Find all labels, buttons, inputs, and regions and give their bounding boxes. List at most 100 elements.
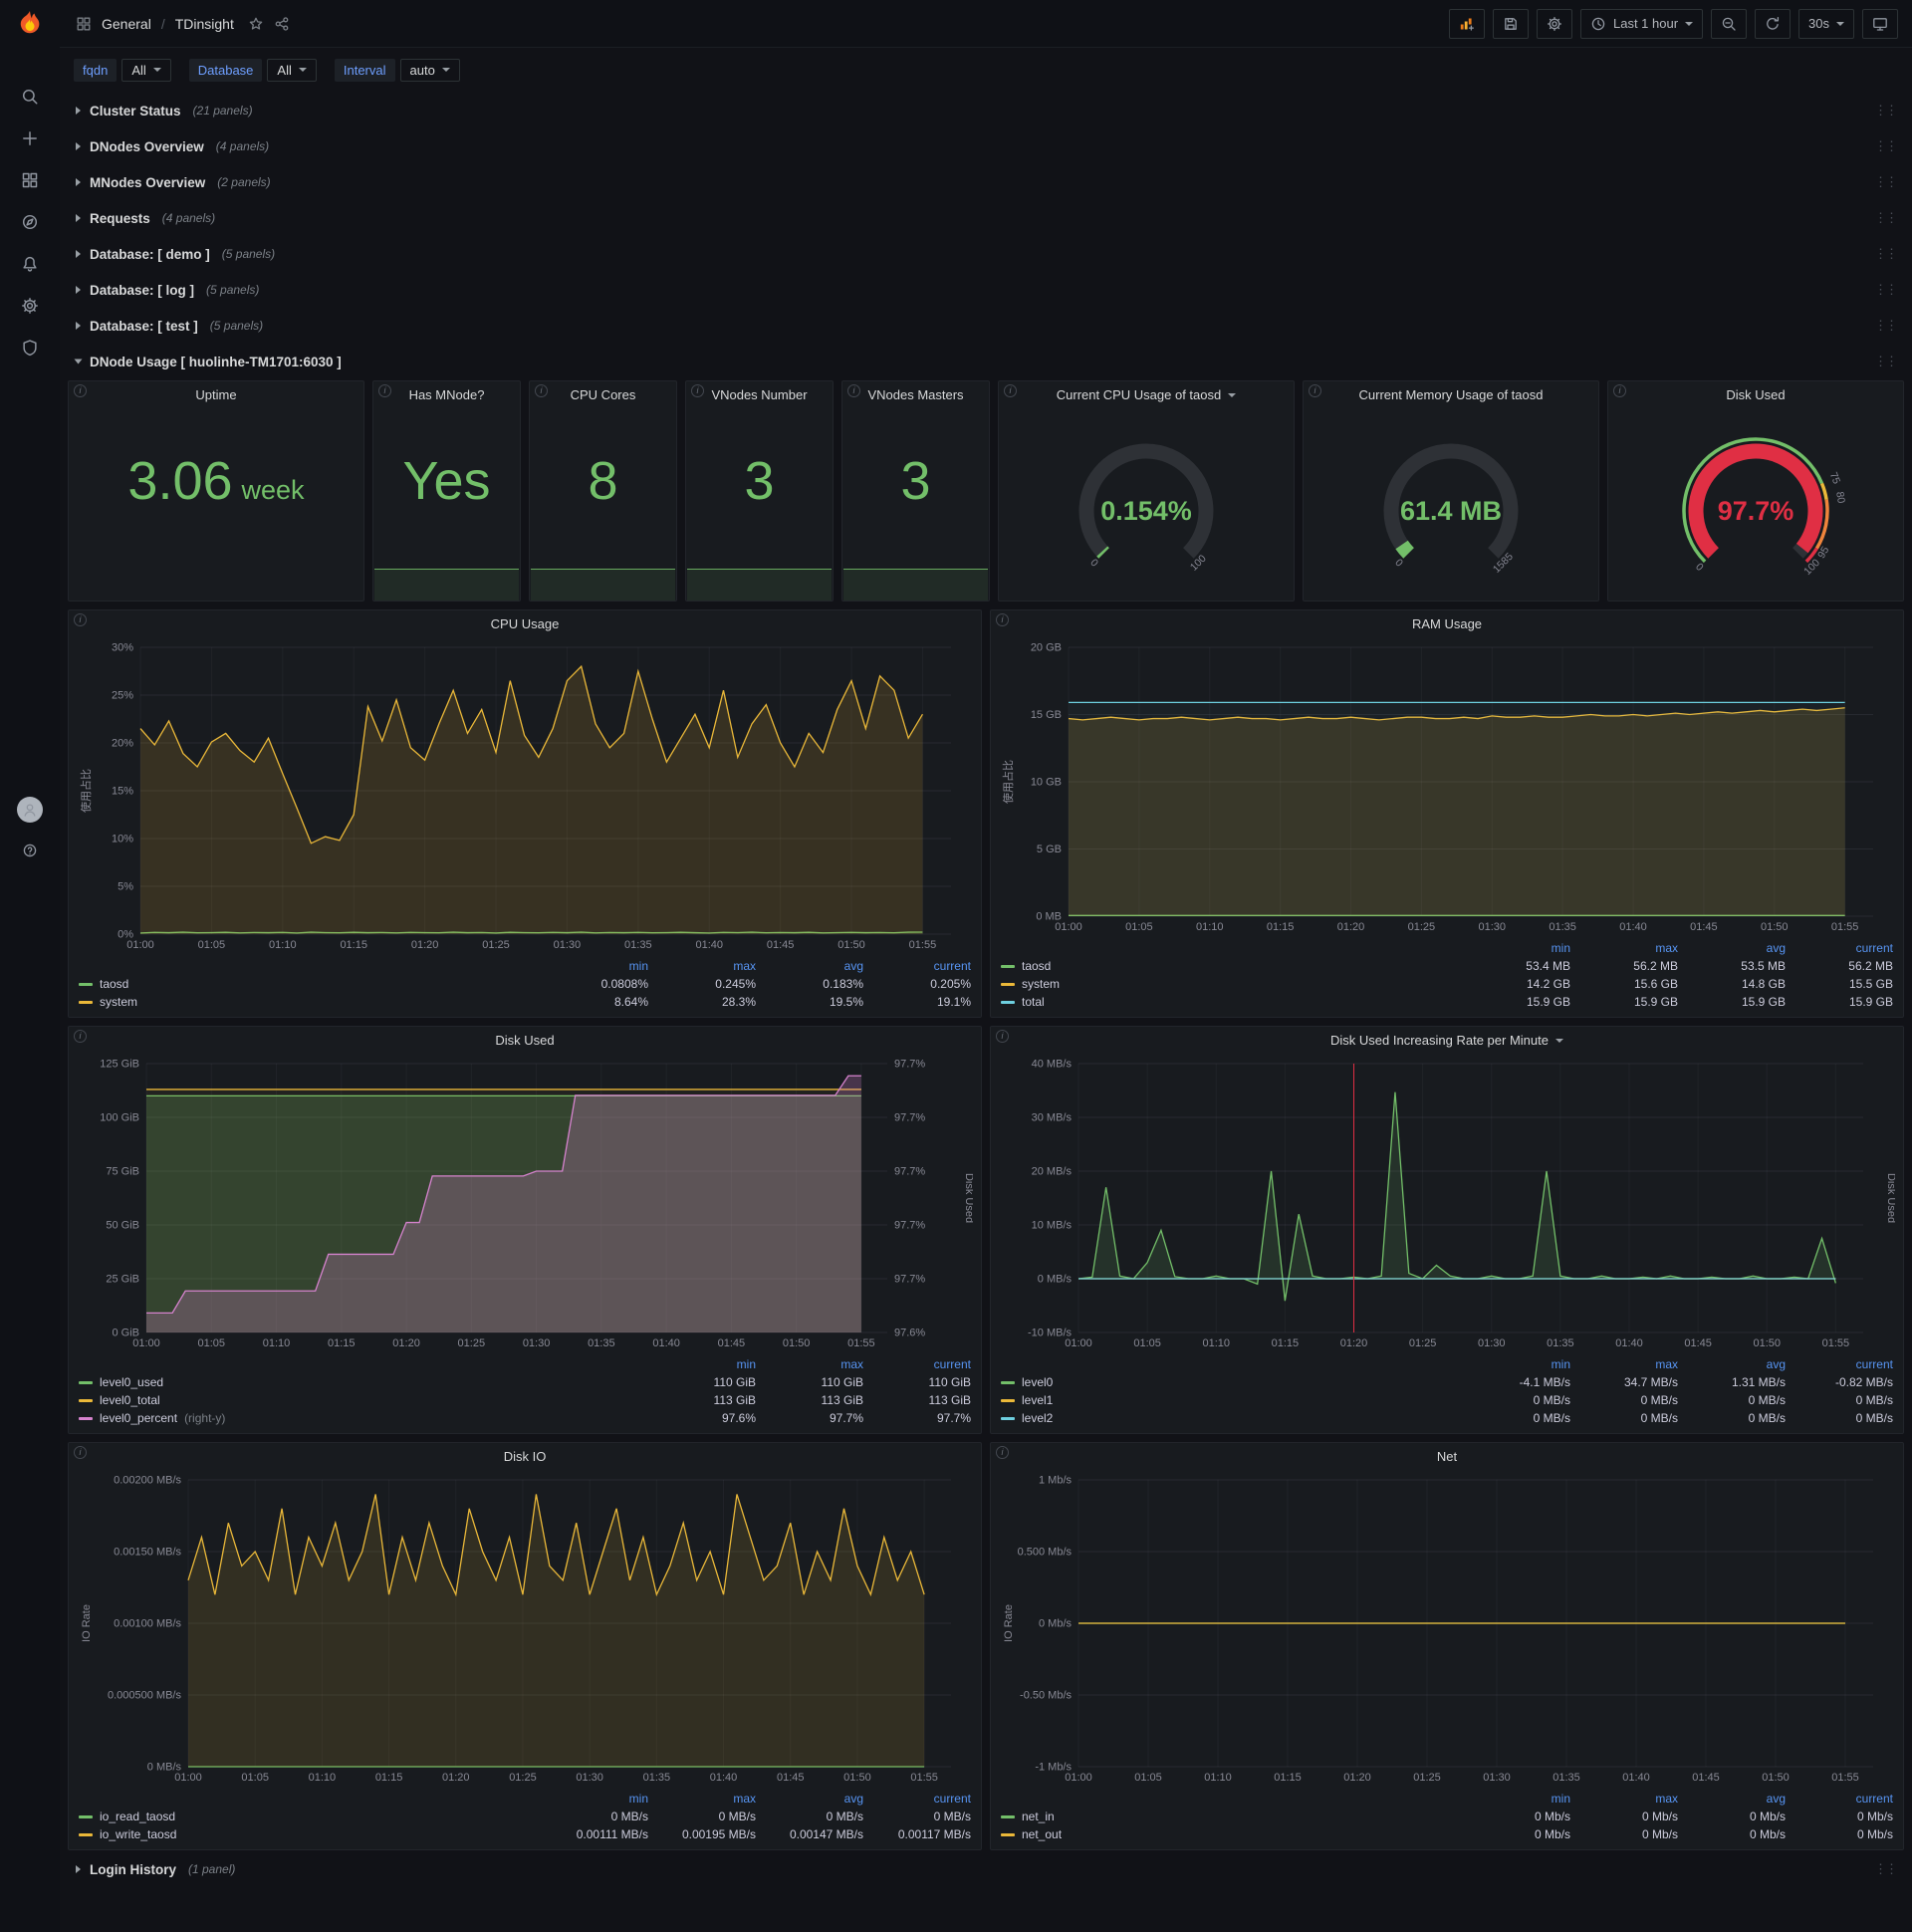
legend-item-level0-total[interactable]: level0_total bbox=[79, 1391, 648, 1409]
dashboard-row-cluster-status[interactable]: Cluster Status (21 panels) ⋮⋮ bbox=[68, 94, 1904, 127]
dashboards-icon[interactable] bbox=[76, 16, 92, 32]
dashboard-settings-button[interactable] bbox=[1536, 8, 1572, 39]
row-drag-handle[interactable]: ⋮⋮ bbox=[1874, 138, 1898, 154]
legend-col-min[interactable]: min bbox=[1463, 1355, 1570, 1373]
legend-col-current[interactable]: current bbox=[1786, 1790, 1893, 1808]
variable-value-interval[interactable]: auto bbox=[399, 58, 460, 82]
row-drag-handle[interactable]: ⋮⋮ bbox=[1874, 174, 1898, 190]
legend-col-max[interactable]: max bbox=[648, 957, 756, 975]
plus-icon[interactable] bbox=[21, 129, 39, 147]
panel-info-icon[interactable]: i bbox=[378, 384, 391, 397]
dashboards-grid-icon[interactable] bbox=[21, 171, 39, 189]
panel-info-icon[interactable]: i bbox=[847, 384, 860, 397]
legend-col-current[interactable]: current bbox=[863, 1790, 971, 1808]
legend-col-avg[interactable]: avg bbox=[1678, 1790, 1786, 1808]
legend-item-level0-percent[interactable]: level0_percent (right-y) bbox=[79, 1409, 648, 1427]
search-icon[interactable] bbox=[21, 88, 39, 106]
time-range-picker[interactable]: Last 1 hour bbox=[1579, 8, 1704, 39]
refresh-button[interactable] bbox=[1755, 8, 1792, 39]
dashboard-row-login-history[interactable]: Login History (1 panel) ⋮⋮ bbox=[68, 1852, 1904, 1886]
panel-info-icon[interactable]: i bbox=[74, 1030, 87, 1043]
panel-title[interactable]: Uptime bbox=[69, 381, 363, 408]
row-drag-handle[interactable]: ⋮⋮ bbox=[1874, 1861, 1898, 1877]
legend-col-max[interactable]: max bbox=[1570, 939, 1678, 957]
star-icon[interactable] bbox=[248, 16, 264, 32]
row-drag-handle[interactable]: ⋮⋮ bbox=[1874, 354, 1898, 369]
panel-title[interactable]: CPU Usage bbox=[69, 610, 981, 637]
panel-title[interactable]: Has MNode? bbox=[373, 381, 520, 408]
chart-plot[interactable]: 0 MB 5 GB 10 GB 15 GB 20 GB 01:00 01:05 01:10 01… bbox=[999, 639, 1895, 936]
add-panel-button[interactable] bbox=[1448, 8, 1485, 39]
variable-value-fqdn[interactable]: All bbox=[121, 58, 171, 82]
panel-title[interactable]: Disk Used Increasing Rate per Minute bbox=[991, 1027, 1903, 1054]
legend-col-current[interactable]: current bbox=[863, 1355, 971, 1373]
legend-col-min[interactable]: min bbox=[1463, 1790, 1570, 1808]
breadcrumb-folder[interactable]: General bbox=[102, 16, 151, 32]
help-icon[interactable] bbox=[22, 843, 38, 858]
legend-col-current[interactable]: current bbox=[1786, 1355, 1893, 1373]
legend-item-level0[interactable]: level0 bbox=[1001, 1373, 1463, 1391]
legend-item-level1[interactable]: level1 bbox=[1001, 1391, 1463, 1409]
row-drag-handle[interactable]: ⋮⋮ bbox=[1874, 103, 1898, 119]
legend-col-min[interactable]: min bbox=[648, 1355, 756, 1373]
dashboard-row-requests[interactable]: Requests (4 panels) ⋮⋮ bbox=[68, 201, 1904, 235]
panel-title[interactable]: Net bbox=[991, 1443, 1903, 1470]
panel-info-icon[interactable]: i bbox=[996, 1446, 1009, 1459]
panel-info-icon[interactable]: i bbox=[1309, 384, 1321, 397]
legend-item-io-read-taosd[interactable]: io_read_taosd bbox=[79, 1808, 541, 1825]
panel-info-icon[interactable]: i bbox=[996, 613, 1009, 626]
bell-icon[interactable] bbox=[21, 255, 39, 273]
legend-col-max[interactable]: max bbox=[1570, 1790, 1678, 1808]
legend-item-io-write-taosd[interactable]: io_write_taosd bbox=[79, 1825, 541, 1843]
panel-title[interactable]: CPU Cores bbox=[530, 381, 676, 408]
legend-col-current[interactable]: current bbox=[1786, 939, 1893, 957]
dashboard-row-database-demo[interactable]: Database: [ demo ] (5 panels) ⋮⋮ bbox=[68, 237, 1904, 271]
chart-plot[interactable]: 0% 5% 10% 15% 20% 25% 30% 01:00 01:05 01:10 01:15 0… bbox=[77, 639, 973, 954]
share-icon[interactable] bbox=[274, 16, 290, 32]
row-drag-handle[interactable]: ⋮⋮ bbox=[1874, 282, 1898, 298]
legend-item-level0-used[interactable]: level0_used bbox=[79, 1373, 648, 1391]
dashboard-row-database-log[interactable]: Database: [ log ] (5 panels) ⋮⋮ bbox=[68, 273, 1904, 307]
panel-info-icon[interactable]: i bbox=[74, 613, 87, 626]
panel-info-icon[interactable]: i bbox=[1004, 384, 1017, 397]
panel-info-icon[interactable]: i bbox=[74, 384, 87, 397]
panel-title[interactable]: RAM Usage bbox=[991, 610, 1903, 637]
tv-mode-button[interactable] bbox=[1862, 8, 1898, 39]
legend-item-system[interactable]: system bbox=[79, 993, 541, 1011]
legend-col-avg[interactable]: avg bbox=[756, 957, 863, 975]
chart-plot[interactable]: -1 Mb/s -0.50 Mb/s 0 Mb/s 0.500 Mb/s 1 Mb/s 0… bbox=[999, 1472, 1895, 1787]
zoom-out-button[interactable] bbox=[1711, 8, 1748, 39]
panel-info-icon[interactable]: i bbox=[535, 384, 548, 397]
legend-item-taosd[interactable]: taosd bbox=[79, 975, 541, 993]
dashboard-row-dnode-usage-huolinhe-tm1701-6030[interactable]: DNode Usage [ huolinhe-TM1701:6030 ] ⋮⋮ bbox=[68, 345, 1904, 378]
chart-plot[interactable]: -10 MB/s 0 MB/s 10 MB/s 20 MB/s 30 MB/s 40 MB… bbox=[999, 1056, 1895, 1352]
panel-title[interactable]: VNodes Number bbox=[686, 381, 833, 408]
panel-info-icon[interactable]: i bbox=[996, 1030, 1009, 1043]
panel-title[interactable]: Disk IO bbox=[69, 1443, 981, 1470]
panel-info-icon[interactable]: i bbox=[1613, 384, 1626, 397]
legend-col-min[interactable]: min bbox=[541, 1790, 648, 1808]
legend-col-avg[interactable]: avg bbox=[756, 1790, 863, 1808]
legend-col-max[interactable]: max bbox=[648, 1790, 756, 1808]
user-avatar[interactable] bbox=[17, 797, 43, 823]
shield-icon[interactable] bbox=[21, 339, 39, 357]
save-dashboard-button[interactable] bbox=[1492, 8, 1529, 39]
compass-icon[interactable] bbox=[21, 213, 39, 231]
legend-col-avg[interactable]: avg bbox=[1678, 1355, 1786, 1373]
panel-title[interactable]: Current Memory Usage of taosd bbox=[1304, 381, 1598, 408]
panel-info-icon[interactable]: i bbox=[691, 384, 704, 397]
panel-title[interactable]: Disk Used bbox=[1608, 381, 1903, 408]
panel-title[interactable]: Disk Used bbox=[69, 1027, 981, 1054]
refresh-interval-picker[interactable]: 30s bbox=[1798, 8, 1854, 39]
dashboard-row-dnodes-overview[interactable]: DNodes Overview (4 panels) ⋮⋮ bbox=[68, 129, 1904, 163]
legend-col-avg[interactable]: avg bbox=[1678, 939, 1786, 957]
panel-info-icon[interactable]: i bbox=[74, 1446, 87, 1459]
dashboard-row-database-test[interactable]: Database: [ test ] (5 panels) ⋮⋮ bbox=[68, 309, 1904, 343]
legend-item-system[interactable]: system bbox=[1001, 975, 1463, 993]
panel-title[interactable]: Current CPU Usage of taosd bbox=[999, 381, 1294, 408]
legend-item-taosd[interactable]: taosd bbox=[1001, 957, 1463, 975]
legend-col-min[interactable]: min bbox=[541, 957, 648, 975]
dashboard-row-mnodes-overview[interactable]: MNodes Overview (2 panels) ⋮⋮ bbox=[68, 165, 1904, 199]
legend-item-level2[interactable]: level2 bbox=[1001, 1409, 1463, 1427]
legend-col-max[interactable]: max bbox=[1570, 1355, 1678, 1373]
